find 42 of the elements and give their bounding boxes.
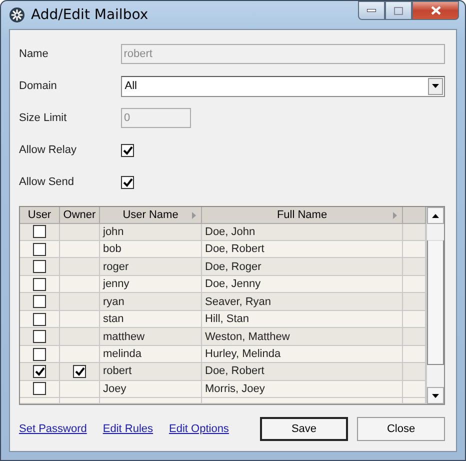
field-label: Name: [19, 48, 50, 60]
domain-dropdown[interactable]: All: [120, 76, 445, 96]
checkbox[interactable]: [33, 242, 46, 256]
column-arrow-icon: [192, 212, 196, 219]
column-header[interactable]: Owner: [60, 207, 100, 224]
close-button[interactable]: [412, 1, 459, 20]
checkbox[interactable]: [33, 260, 46, 274]
scroll-up-icon: [432, 214, 439, 218]
field-label: Size Limit: [19, 112, 68, 124]
checkbox[interactable]: [33, 225, 46, 238]
close-icon: [430, 6, 440, 15]
field-label: Allow Send: [19, 176, 76, 188]
column-header[interactable]: Full Name: [202, 207, 403, 224]
checkbox[interactable]: [33, 330, 46, 344]
checkbox[interactable]: [33, 295, 46, 308]
checkbox[interactable]: [33, 278, 46, 291]
column-arrow-icon: [393, 212, 397, 219]
checkbox[interactable]: [73, 364, 86, 378]
dialog-button[interactable]: Close: [357, 417, 445, 441]
link[interactable]: Edit Options: [169, 423, 229, 435]
checkbox[interactable]: [121, 144, 134, 156]
field-label: Allow Relay: [19, 144, 78, 156]
checkbox[interactable]: [33, 364, 46, 378]
field-label: Domain: [19, 80, 58, 92]
column-header[interactable]: User: [20, 207, 60, 224]
app-icon: [9, 7, 25, 23]
column-header[interactable]: User Name: [100, 207, 202, 224]
scrollbar[interactable]: [426, 207, 444, 404]
dialog-button[interactable]: Save: [260, 417, 348, 441]
window-title: Add/Edit Mailbox: [31, 7, 148, 23]
checkbox[interactable]: [121, 176, 134, 188]
link[interactable]: Set Password: [19, 423, 87, 435]
dropdown-arrow-icon: [432, 84, 439, 88]
scroll-down-icon: [432, 394, 439, 398]
maximize-button[interactable]: [385, 1, 412, 20]
maximize-icon: [394, 6, 403, 14]
minimize-icon: [367, 9, 376, 12]
minimize-button[interactable]: [358, 1, 385, 20]
checkbox[interactable]: [33, 312, 46, 326]
link[interactable]: Edit Rules: [102, 423, 154, 435]
checkbox[interactable]: [33, 382, 46, 396]
checkbox[interactable]: [33, 348, 46, 361]
